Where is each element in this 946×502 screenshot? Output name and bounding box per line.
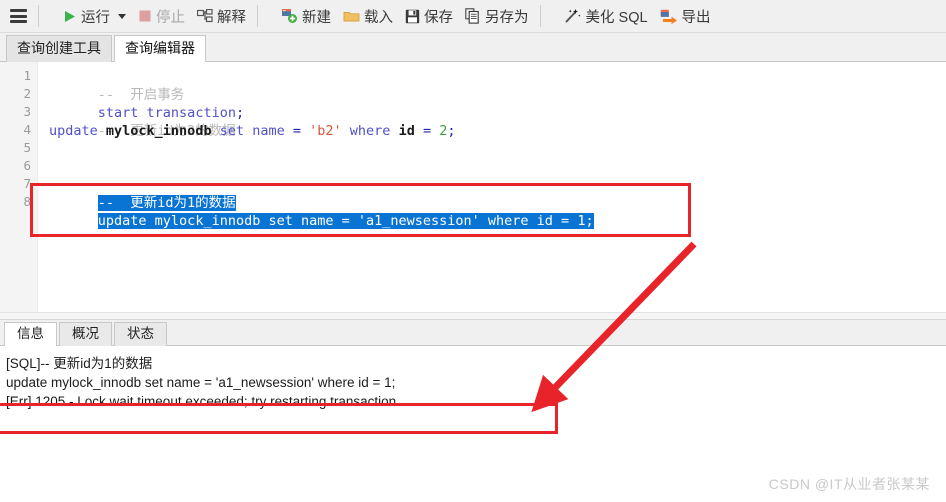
export-button-label: 导出 [681, 9, 711, 26]
new-button[interactable]: 新建 [275, 3, 337, 30]
watermark: CSDN @IT从业者张某某 [768, 476, 930, 492]
message-line-statement: update mylock_innodb set name = 'a1_news… [6, 375, 396, 390]
code-column: name [244, 123, 293, 139]
code-operator: = [422, 123, 440, 139]
message-line-error: [Err] 1205 - Lock wait timeout exceeded;… [6, 394, 397, 409]
menu-button[interactable] [4, 3, 33, 30]
toolbar-separator-2 [257, 5, 258, 27]
line-number-gutter: 1 2 3 4 5 6 7 8 [0, 62, 38, 312]
code-punct: ; [447, 123, 456, 139]
tab-status[interactable]: 状态 [114, 322, 167, 346]
tab-query-builder[interactable]: 查询创建工具 [6, 35, 112, 62]
code-line-4: update mylock_innodb set name = 'b2' whe… [49, 122, 456, 140]
message-panel[interactable]: [SQL]-- 更新id为1的数据 update mylock_innodb s… [0, 346, 946, 468]
export-button[interactable]: 导出 [654, 3, 717, 30]
code-keyword: where [341, 123, 399, 139]
line-number: 8 [23, 194, 31, 209]
run-button-label: 运行 [81, 9, 110, 26]
code-keyword: update [49, 123, 98, 139]
save-as-button-label: 另存为 [485, 9, 529, 26]
hamburger-icon [10, 9, 27, 23]
line-number: 7 [23, 176, 31, 191]
save-as-button[interactable]: 另存为 [459, 3, 535, 30]
result-tabbar: 信息 概况 状态 [0, 320, 946, 346]
stop-button[interactable]: 停止 [132, 3, 191, 30]
code-keyword: set [219, 123, 245, 139]
folder-open-icon [343, 9, 360, 23]
code-operator: = [292, 123, 310, 139]
tab-info[interactable]: 信息 [4, 322, 57, 346]
explain-plan-icon [196, 8, 213, 24]
code-punct: ; [235, 105, 245, 121]
explain-button[interactable]: 解释 [191, 3, 252, 30]
load-button[interactable]: 载入 [337, 3, 399, 30]
stop-square-icon [138, 9, 152, 23]
line-number: 6 [23, 158, 31, 173]
line-number: 3 [23, 104, 31, 119]
message-line-sql: [SQL]-- 更新id为1的数据 [6, 356, 153, 371]
beautify-sql-button-label: 美化 SQL [585, 9, 648, 26]
copy-save-as-icon [465, 8, 481, 24]
save-button[interactable]: 保存 [399, 3, 459, 30]
code-identifier: id [398, 123, 423, 139]
beautify-sql-button[interactable]: 美化 SQL [558, 3, 654, 30]
run-button[interactable]: 运行 [56, 3, 116, 30]
editor-tabbar: 查询创建工具 查询编辑器 [0, 33, 946, 62]
code-area[interactable]: -- 开启事务 start transaction; -- 更新id为2的数据 … [37, 62, 946, 312]
save-button-label: 保存 [424, 9, 453, 26]
stop-button-label: 停止 [156, 9, 185, 26]
code-selected-statement: update mylock_innodb set name = 'a1_news… [97, 213, 594, 229]
new-query-icon [281, 8, 298, 24]
toolbar-separator [38, 5, 39, 27]
chevron-down-icon [118, 13, 126, 19]
run-dropdown-button[interactable] [116, 3, 132, 30]
panel-splitter[interactable] [0, 312, 946, 320]
export-arrow-icon [660, 9, 678, 24]
floppy-disk-icon [405, 9, 420, 24]
toolbar-separator-3 [539, 5, 541, 27]
explain-button-label: 解释 [217, 9, 246, 26]
magic-wand-icon [564, 8, 582, 24]
load-button-label: 载入 [364, 9, 393, 26]
main-toolbar: 运行 停止 解释 新建 载入 保存 另存为 美化 SQL 导出 [0, 0, 946, 33]
line-number: 1 [23, 68, 31, 83]
tab-profile[interactable]: 概况 [59, 322, 112, 346]
new-button-label: 新建 [302, 9, 331, 26]
play-triangle-icon [62, 9, 77, 24]
sql-editor[interactable]: 1 2 3 4 5 6 7 8 -- 开启事务 start transactio… [0, 62, 946, 312]
code-identifier: mylock_innodb [97, 123, 220, 139]
line-number: 5 [23, 140, 31, 155]
line-number: 4 [23, 122, 31, 137]
line-number: 2 [23, 86, 31, 101]
tab-query-editor[interactable]: 查询编辑器 [114, 35, 206, 62]
code-line-8: update mylock_innodb set name = 'a1_news… [49, 194, 594, 248]
code-string: 'b2' [309, 123, 342, 139]
